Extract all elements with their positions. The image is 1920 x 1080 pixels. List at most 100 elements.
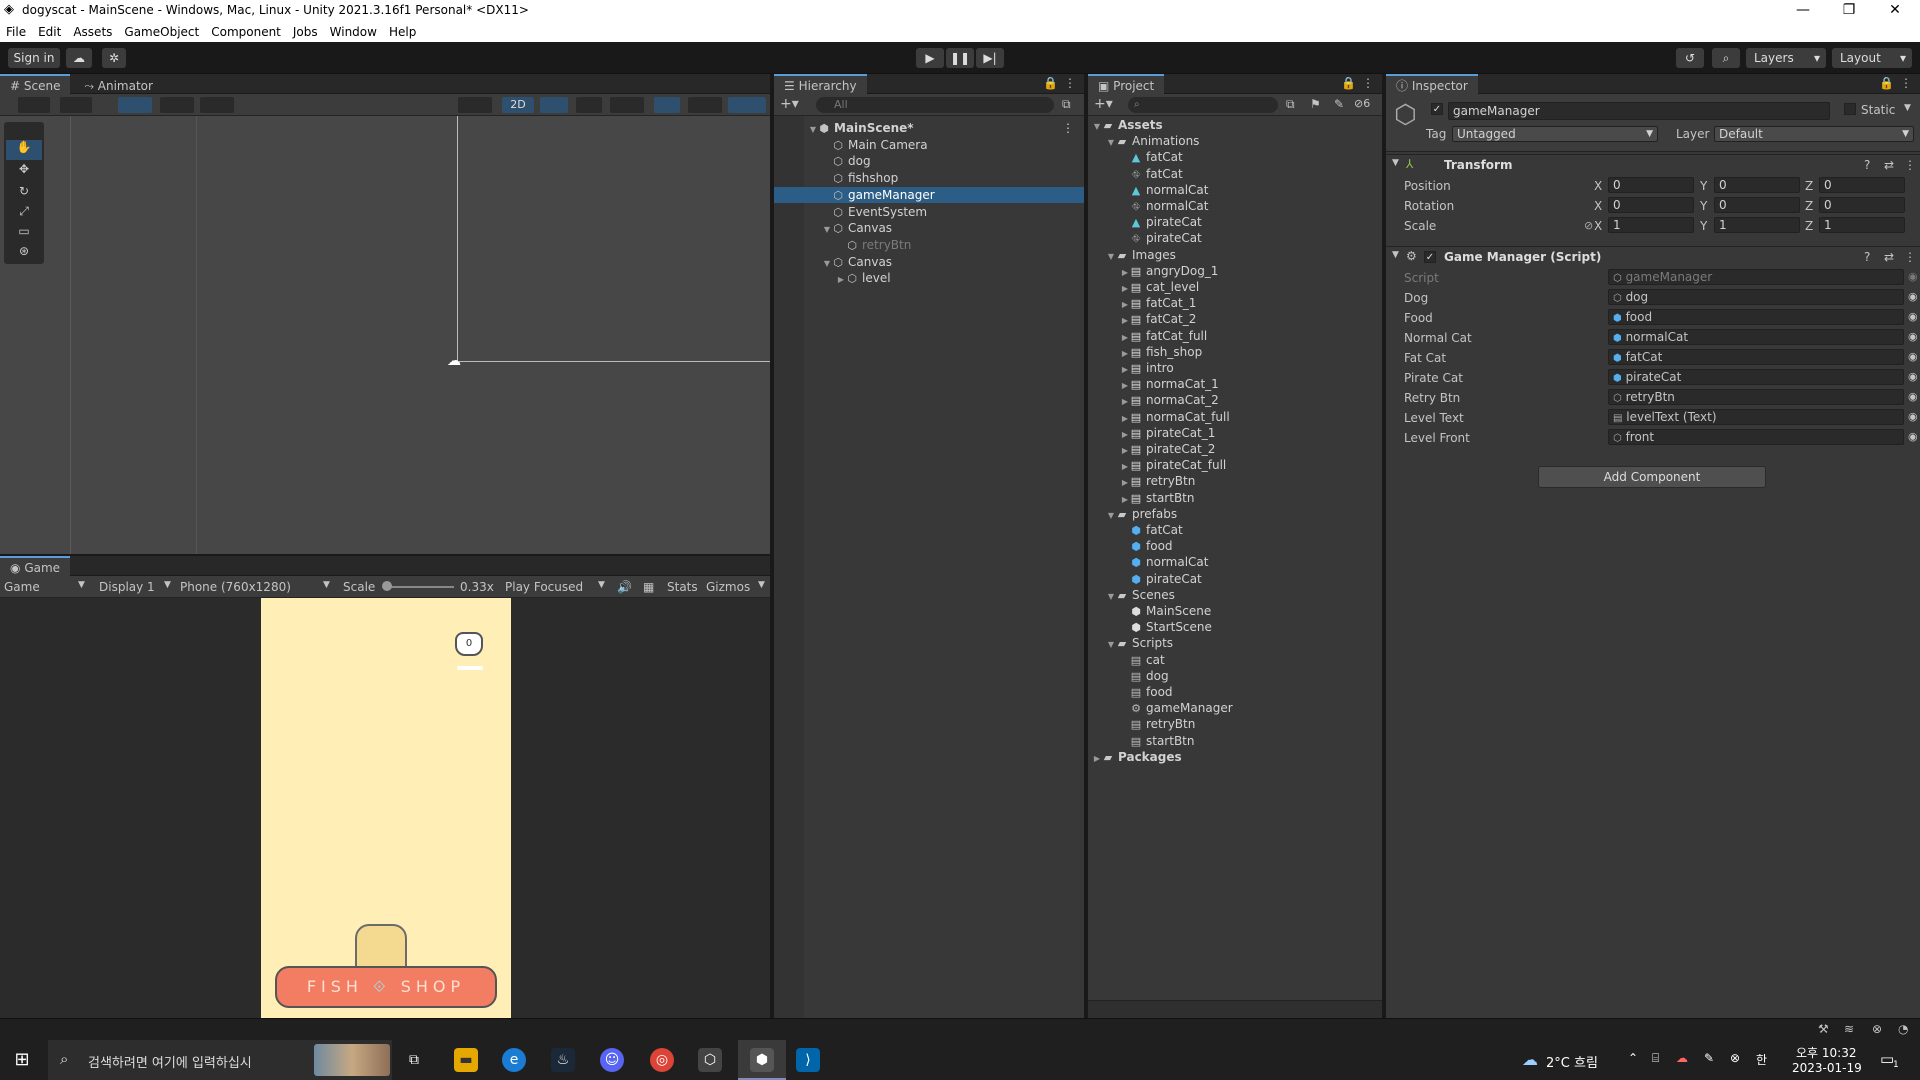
discord-icon[interactable]: ☺ (600, 1048, 624, 1072)
object-field[interactable]: ▤ levelText (Text) (1608, 409, 1904, 425)
component-enabled-checkbox[interactable]: ✓ (1424, 251, 1436, 263)
object-picker-icon[interactable]: ◉ (1908, 350, 1918, 363)
stats-button[interactable]: Stats (667, 580, 698, 594)
object-picker-icon[interactable]: ◉ (1908, 330, 1918, 343)
rect-tool-icon[interactable]: ▭ (6, 224, 42, 244)
project-item[interactable]: ▶ ▤ fatCat_2 (1088, 311, 1382, 327)
tray-app-icon[interactable]: ☁ (1676, 1051, 1688, 1065)
move-tool-icon[interactable]: ✥ (6, 162, 42, 182)
project-item[interactable]: ▤ food (1088, 684, 1382, 700)
hierarchy-item[interactable]: ▼ ⬡ Canvas (774, 220, 1084, 236)
project-item[interactable]: ▶ ▤ angryDog_1 (1088, 263, 1382, 279)
hierarchy-item[interactable]: ⬡ fishshop (774, 170, 1084, 186)
lock-icon[interactable]: 🔒 (1341, 76, 1356, 90)
project-item[interactable]: ▶ ▤ pirateCat_1 (1088, 425, 1382, 441)
object-picker-icon[interactable]: ◉ (1908, 390, 1918, 403)
network-icon[interactable]: ⊗ (1872, 1022, 1882, 1036)
help-icon[interactable]: ? (1864, 250, 1870, 264)
project-item[interactable]: ▤ dog (1088, 668, 1382, 684)
object-picker-icon[interactable]: ◉ (1908, 290, 1918, 303)
layers-stack-icon[interactable]: ≋ (1844, 1022, 1854, 1036)
lock-icon[interactable]: 🔒 (1043, 76, 1058, 90)
vscode-icon[interactable]: ⟩ (796, 1048, 820, 1072)
layer-dropdown[interactable]: Default ▼ (1714, 126, 1914, 142)
menu-item-file[interactable]: File (0, 22, 32, 42)
taskbar-search-box[interactable]: ⌕ 검색하려면 여기에 입력하십시 (48, 1040, 392, 1080)
project-item[interactable]: ▼ ▰ Scripts (1088, 635, 1382, 651)
tab-project[interactable]: ▣ Project (1088, 74, 1165, 94)
project-item[interactable]: ⬢ food (1088, 538, 1382, 554)
tab-scene[interactable]: # Scene (0, 74, 71, 94)
scale-slider[interactable] (384, 586, 454, 588)
hierarchy-item[interactable]: ⬡ retryBtn (774, 237, 1084, 253)
unity-hub-icon[interactable]: ⬡ (698, 1048, 722, 1072)
check-icon[interactable]: ◔ (1898, 1022, 1908, 1036)
effects-icon[interactable] (610, 97, 644, 113)
menu-item-jobs[interactable]: Jobs (287, 22, 324, 42)
close-button[interactable]: ✕ (1872, 0, 1918, 22)
step-button[interactable]: ▶| (976, 48, 1004, 68)
project-item[interactable]: ⛗ fatCat (1088, 166, 1382, 182)
project-item[interactable]: ▶ ▤ pirateCat_full (1088, 457, 1382, 473)
weather-text[interactable]: 2°C 흐림 (1546, 1052, 1598, 1071)
constrain-proportions-icon[interactable]: ⊘ (1584, 219, 1593, 232)
scale-y-input[interactable]: 1 (1714, 217, 1800, 233)
help-icon[interactable]: ? (1864, 158, 1870, 172)
restore-button[interactable]: ❐ (1826, 0, 1872, 22)
unity-editor-task[interactable]: ⬢ (738, 1040, 786, 1080)
hidden-packages-icon[interactable]: ⊘6 (1354, 97, 1370, 110)
foldout-arrow-icon[interactable]: ▼ (822, 256, 832, 272)
lock-icon[interactable]: 🔒 (1879, 76, 1894, 90)
chevron-up-icon[interactable]: ⌃ (1628, 1051, 1638, 1065)
hierarchy-item[interactable]: ⬡ dog (774, 153, 1084, 169)
hierarchy-item[interactable]: ⬡ gameManager (774, 186, 1084, 203)
project-item[interactable]: ▲ pirateCat (1088, 214, 1382, 230)
shading-icon[interactable] (60, 97, 92, 113)
snap-icon[interactable] (118, 97, 152, 113)
project-item[interactable]: ⬢ MainScene (1088, 603, 1382, 619)
project-item[interactable]: ⬢ normalCat (1088, 554, 1382, 570)
project-item[interactable]: ⛗ normalCat (1088, 198, 1382, 214)
project-item[interactable]: ▶ ▤ normaCat_2 (1088, 392, 1382, 408)
project-item[interactable]: ▼ ▰ Animations (1088, 133, 1382, 149)
camera-icon[interactable] (688, 97, 722, 113)
project-item[interactable]: ▶ ▤ normaCat_full (1088, 409, 1382, 425)
project-item[interactable]: ▼ ▰ Scenes (1088, 587, 1382, 603)
chevron-down-icon[interactable]: ▼ (1904, 103, 1911, 113)
layout-dropdown[interactable]: Layout ▾ (1832, 48, 1912, 68)
object-picker-icon[interactable]: ◉ (1908, 430, 1918, 443)
transform-tool-icon[interactable]: ⊛ (6, 244, 42, 264)
menu-dots-icon[interactable]: ⋮ (1904, 158, 1916, 172)
mute-icon[interactable]: 🔊 (617, 580, 632, 594)
menu-dots-icon[interactable]: ⋮ (1064, 76, 1076, 90)
collab-icon[interactable]: ✲ (102, 48, 126, 68)
tag-dropdown[interactable]: Untagged ▼ (1452, 126, 1658, 142)
menu-item-component[interactable]: Component (205, 22, 287, 42)
scene-viewport[interactable]: ☁ (0, 116, 770, 554)
project-item[interactable]: ▶ ▤ startBtn (1088, 490, 1382, 506)
gizmos-icon[interactable] (728, 97, 766, 113)
script-component-header[interactable]: ▼ ⚙ ✓ Game Manager (Script) ? ⇄ ⋮ (1386, 246, 1920, 266)
object-picker-icon[interactable]: ◉ (1908, 410, 1918, 423)
project-item[interactable]: ▶ ▤ fatCat_1 (1088, 295, 1382, 311)
filter-type-icon[interactable]: ⧉ (1286, 97, 1295, 112)
object-field[interactable]: ⬡ front (1608, 429, 1904, 445)
project-item[interactable]: ▶ ▤ retryBtn (1088, 473, 1382, 489)
visibility-icon[interactable] (654, 97, 680, 113)
increment-icon[interactable] (200, 97, 234, 113)
chrome-icon[interactable]: ◎ (650, 1048, 674, 1072)
clock-time[interactable]: 오후 10:32 (1796, 1044, 1856, 1061)
search-icon[interactable]: ⌕ (1712, 48, 1740, 68)
static-checkbox[interactable] (1844, 103, 1856, 115)
project-item[interactable]: ⬢ pirateCat (1088, 571, 1382, 587)
layers-dropdown[interactable]: Layers ▾ (1746, 48, 1826, 68)
device-icon[interactable]: ⌸ (1652, 1051, 1659, 1066)
play-mode-dropdown[interactable]: Play Focused (505, 580, 583, 594)
object-name-input[interactable]: gameManager (1448, 102, 1830, 120)
menu-dots-icon[interactable]: ⋮ (1362, 76, 1374, 90)
project-item[interactable]: ▶ ▤ cat_level (1088, 279, 1382, 295)
transform-header[interactable]: ▼ ⅄ Transform ? ⇄ ⋮ (1386, 154, 1920, 174)
menu-item-assets[interactable]: Assets (67, 22, 118, 42)
task-view-icon[interactable]: ⧉ (402, 1048, 426, 1072)
foldout-arrow-icon[interactable]: ▶ (1092, 751, 1102, 767)
